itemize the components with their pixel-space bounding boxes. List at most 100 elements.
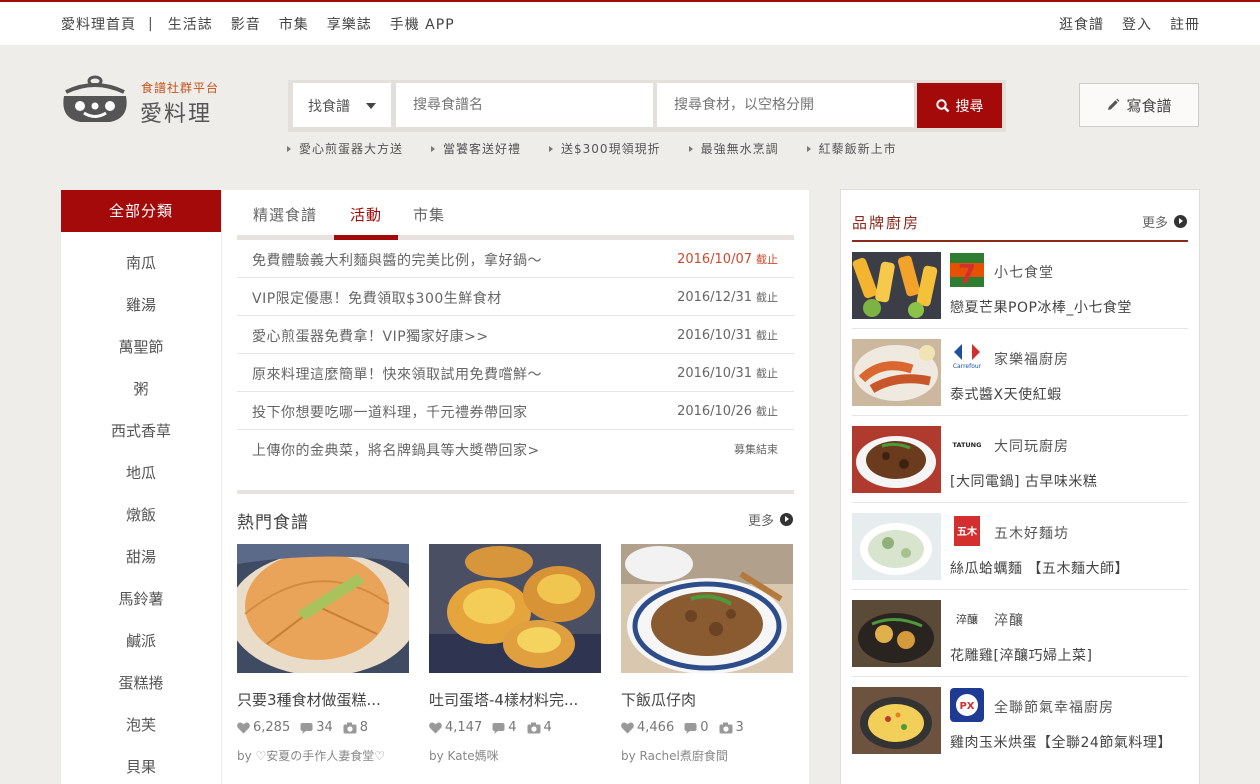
event-row[interactable]: 上傳你的金典菜，將名牌鍋具等大獎帶回家> 募集結束 [237, 430, 794, 468]
nav-app[interactable]: 手機 APP [390, 14, 455, 34]
brand-row[interactable]: 淬釀 淬釀 花雕雞[淬釀巧婦上菜] [852, 590, 1188, 677]
brand-name[interactable]: 全聯節氣幸福廚房 [994, 697, 1114, 717]
comment-icon [684, 722, 697, 734]
recipe-author[interactable]: by Kate媽咪 [429, 747, 601, 764]
category-item[interactable]: 貝果 [61, 736, 221, 778]
wumu-logo-icon: 五木 [950, 514, 984, 548]
hot-more-link[interactable]: 更多 [748, 510, 793, 529]
site-logo[interactable]: 食譜社群平台 愛料理 [60, 72, 230, 128]
recipe-title[interactable]: 只要3種食材做蛋糕... [237, 689, 409, 710]
category-item[interactable]: 地瓜 [61, 442, 221, 484]
recipe-author[interactable]: by ♡安夏の手作人妻食堂♡ [237, 747, 409, 764]
photos-stat: 4 [527, 720, 552, 735]
category-item[interactable]: 萬聖節 [61, 316, 221, 358]
event-title[interactable]: 投下你想要吃哪一道料理，千元禮券帶回家 [252, 402, 528, 422]
brand-thumb-rice-cake[interactable] [852, 426, 941, 493]
pxmart-logo-icon: PX [950, 688, 984, 722]
nav-video[interactable]: 影音 [231, 14, 261, 34]
ingredient-search-input[interactable] [657, 83, 914, 127]
brand-name[interactable]: 大同玩廚房 [994, 436, 1069, 456]
brand-recipe[interactable]: [大同電鍋] 古早味米糕 [950, 471, 1097, 491]
brand-thumb-noodle[interactable] [852, 513, 941, 580]
category-item[interactable]: 西式香草 [61, 400, 221, 442]
brand-thumb-omelette[interactable] [852, 687, 941, 754]
comment-icon [300, 722, 313, 734]
brand-thumb-popsicle[interactable] [852, 252, 941, 319]
nav-browse[interactable]: 逛食譜 [1059, 14, 1104, 34]
recipe-search-input[interactable] [396, 83, 653, 127]
write-recipe-button[interactable]: 寫食譜 [1079, 83, 1199, 127]
event-title[interactable]: 愛心煎蛋器免費拿！VIP獨家好康>> [252, 326, 489, 346]
event-row[interactable]: 愛心煎蛋器免費拿！VIP獨家好康>> 2016/10/31 截止 [237, 316, 794, 354]
category-list: 南瓜 雞湯 萬聖節 粥 西式香草 地瓜 燉飯 甜湯 馬鈴薯 鹹派 蛋糕捲 泡芙 … [61, 232, 221, 778]
brand-row[interactable]: 7 小七食堂 戀夏芒果POP冰棒_小七食堂 [852, 242, 1188, 329]
event-row[interactable]: 原來料理這麼簡單！快來領取試用免費嚐鮮～ 2016/10/31 截止 [237, 354, 794, 392]
brand-thumb-chicken[interactable] [852, 600, 941, 667]
category-item[interactable]: 南瓜 [61, 232, 221, 274]
tab-featured[interactable]: 精選食譜 [253, 204, 317, 225]
brand-name[interactable]: 家樂福廚房 [994, 349, 1069, 369]
category-header[interactable]: 全部分類 [61, 190, 221, 232]
recipe-title[interactable]: 下飯瓜仔肉 [621, 689, 793, 710]
hot-link[interactable]: 最強無水烹調 [688, 140, 779, 157]
recipe-card[interactable]: 只要3種食材做蛋糕... 6,285 34 8 by ♡安夏の手作人妻食堂♡ [228, 544, 418, 764]
recipe-card[interactable]: 下飯瓜仔肉 4,466 0 3 by Rachel煮廚食間 [621, 544, 793, 764]
recipe-stats: 4,147 4 4 [429, 720, 601, 735]
recipe-title[interactable]: 吐司蛋塔-4樣材料完... [429, 689, 601, 710]
heart-icon [429, 722, 442, 733]
category-item[interactable]: 馬鈴薯 [61, 568, 221, 610]
brand-thumb-shrimp[interactable] [852, 339, 941, 406]
category-item[interactable]: 甜湯 [61, 526, 221, 568]
brand-recipe[interactable]: 戀夏芒果POP冰棒_小七食堂 [950, 297, 1132, 317]
brand-row[interactable]: TATUNG 大同玩廚房 [大同電鍋] 古早味米糕 [852, 416, 1188, 503]
tab-market[interactable]: 市集 [413, 204, 445, 225]
brand-recipe[interactable]: 泰式醬X天使紅蝦 [950, 384, 1062, 404]
recipe-image-egg-tart[interactable] [429, 544, 601, 673]
caret-down-icon [366, 103, 376, 109]
nav-register[interactable]: 註冊 [1170, 14, 1200, 34]
category-item[interactable]: 燉飯 [61, 484, 221, 526]
brand-row[interactable]: 五木 五木好麵坊 絲瓜蛤蠣麵 【五木麵大師】 [852, 503, 1188, 590]
tab-events[interactable]: 活動 [350, 204, 382, 225]
brand-name[interactable]: 淬釀 [994, 610, 1024, 630]
search-button[interactable]: 搜尋 [917, 83, 1002, 128]
recipe-image-braised-pork[interactable] [621, 544, 793, 674]
event-title[interactable]: 免費體驗義大利麵與醬的完美比例，拿好鍋～ [252, 250, 542, 270]
event-row[interactable]: 免費體驗義大利麵與醬的完美比例，拿好鍋～ 2016/10/07 截止 [237, 240, 794, 278]
hot-link[interactable]: 送$300現領現折 [549, 140, 661, 157]
hot-link[interactable]: 愛心煎蛋器大方送 [287, 140, 403, 157]
comments-stat: 34 [300, 720, 333, 735]
brand-kitchen-panel: 品牌廚房 更多 7 小七食堂 戀夏芒果POP冰棒_小七食堂 Carrefour … [840, 189, 1200, 784]
event-title[interactable]: VIP限定優惠！免費領取$300生鮮食材 [252, 288, 502, 308]
brand-name[interactable]: 小七食堂 [994, 262, 1054, 282]
recipe-author[interactable]: by Rachel煮廚食間 [621, 747, 793, 764]
hot-links: 愛心煎蛋器大方送 當饕客送好禮 送$300現領現折 最強無水烹調 紅藜飯新上市 [287, 140, 925, 157]
nav-life[interactable]: 生活誌 [168, 14, 213, 34]
brand-row[interactable]: Carrefour 家樂福廚房 泰式醬X天使紅蝦 [852, 329, 1188, 416]
brand-recipe[interactable]: 花雕雞[淬釀巧婦上菜] [950, 645, 1092, 665]
hot-link[interactable]: 當饕客送好禮 [431, 140, 521, 157]
category-item[interactable]: 粥 [61, 358, 221, 400]
nav-login[interactable]: 登入 [1122, 14, 1152, 34]
nav-magazine[interactable]: 享樂誌 [327, 14, 372, 34]
nav-market[interactable]: 市集 [279, 14, 309, 34]
event-row[interactable]: 投下你想要吃哪一道料理，千元禮券帶回家 2016/10/26 截止 [237, 392, 794, 430]
brand-recipe[interactable]: 雞肉玉米烘蛋【全聯24節氣料理】 [950, 732, 1172, 752]
event-row[interactable]: VIP限定優惠！免費領取$300生鮮食材 2016/12/31 截止 [237, 278, 794, 316]
brand-row[interactable]: PX 全聯節氣幸福廚房 雞肉玉米烘蛋【全聯24節氣料理】 [852, 677, 1188, 764]
category-item[interactable]: 鹹派 [61, 610, 221, 652]
recipe-image-cake[interactable] [228, 544, 418, 676]
hot-link[interactable]: 紅藜飯新上市 [806, 140, 897, 157]
brand-name[interactable]: 五木好麵坊 [994, 523, 1069, 543]
event-title[interactable]: 原來料理這麼簡單！快來領取試用免費嚐鮮～ [252, 364, 542, 384]
search-type-select[interactable]: 找食譜 [293, 83, 391, 127]
category-item[interactable]: 雞湯 [61, 274, 221, 316]
nav-home[interactable]: 愛料理首頁 [61, 14, 136, 34]
pot-logo-icon [63, 75, 127, 122]
brand-more-link[interactable]: 更多 [1142, 212, 1187, 231]
brand-recipe[interactable]: 絲瓜蛤蠣麵 【五木麵大師】 [950, 558, 1129, 578]
event-title[interactable]: 上傳你的金典菜，將名牌鍋具等大獎帶回家> [252, 440, 540, 460]
recipe-card[interactable]: 吐司蛋塔-4樣材料完... 4,147 4 4 by Kate媽咪 [429, 544, 601, 764]
category-item[interactable]: 泡芙 [61, 694, 221, 736]
category-item[interactable]: 蛋糕捲 [61, 652, 221, 694]
